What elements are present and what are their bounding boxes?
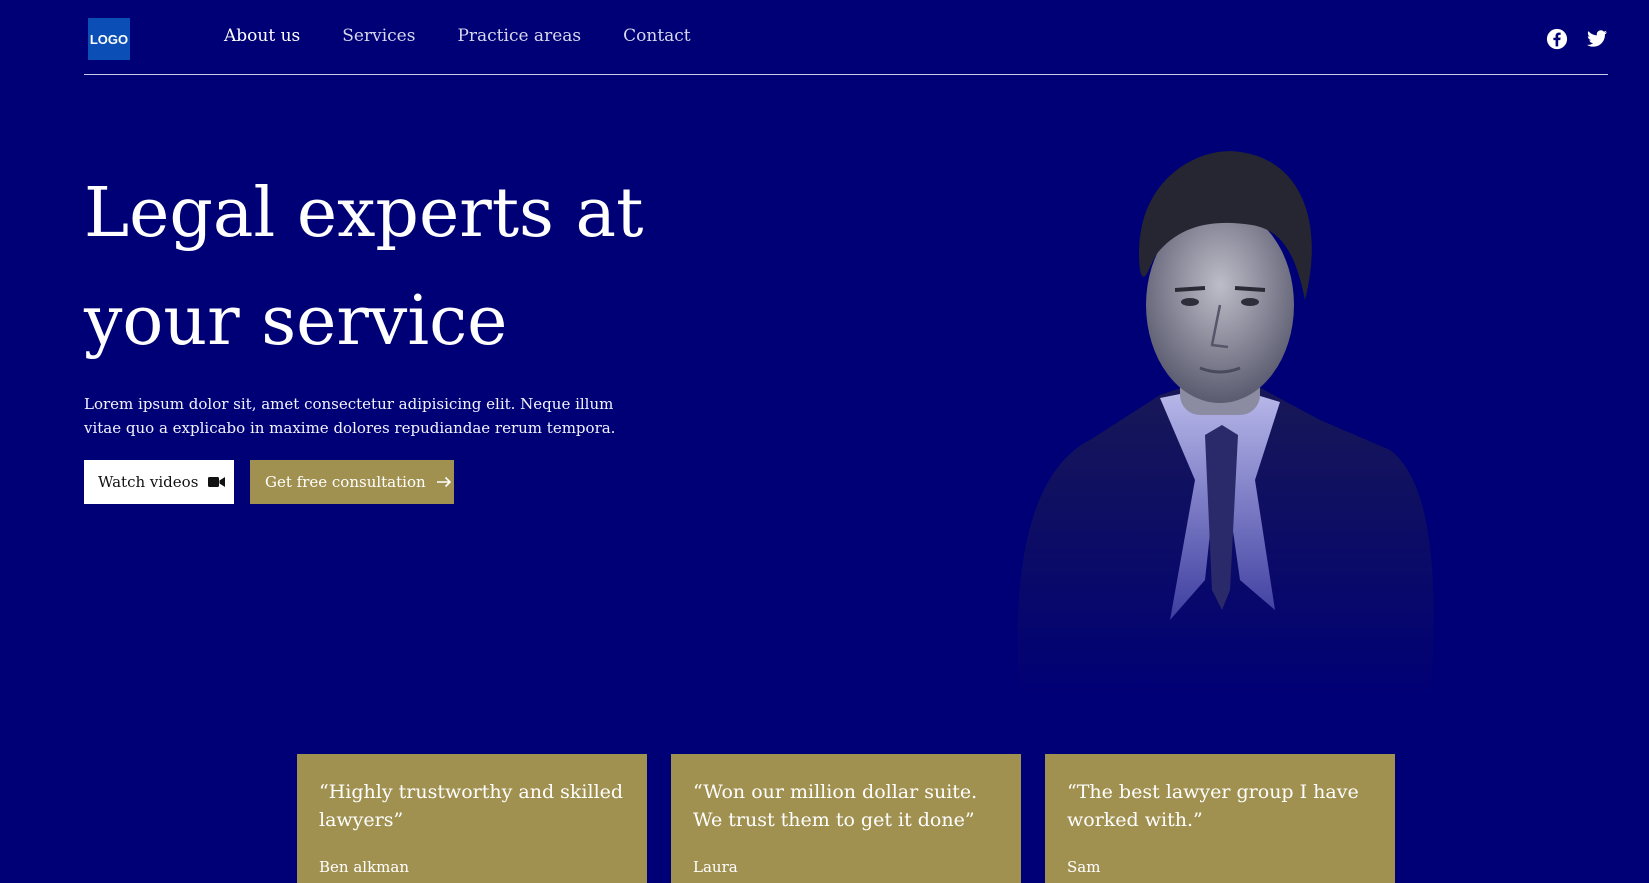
hero-title-line-1: Legal experts at	[84, 174, 644, 253]
facebook-icon[interactable]	[1546, 28, 1568, 50]
watch-videos-button[interactable]: Watch videos	[84, 460, 234, 504]
logo[interactable]: LOGO	[88, 18, 130, 60]
testimonial-author: Ben alkman	[319, 858, 409, 876]
testimonial-card: “Highly trustworthy and skilled lawyers”…	[297, 754, 647, 883]
testimonial-quote: “The best lawyer group I have worked wit…	[1067, 781, 1359, 831]
testimonial-author: Sam	[1067, 858, 1101, 876]
testimonial-quote: “Won our million dollar suite. We trust …	[693, 781, 978, 831]
nav-link-practice-areas[interactable]: Practice areas	[457, 26, 581, 46]
testimonial-card: “The best lawyer group I have worked wit…	[1045, 754, 1395, 883]
get-free-consultation-button[interactable]: Get free consultation	[250, 460, 454, 504]
consultation-label: Get free consultation	[265, 473, 426, 491]
top-navbar: LOGO About us Services Practice areas Co…	[84, 0, 1608, 75]
watch-videos-label: Watch videos	[98, 473, 199, 491]
hero-title-line-2: your service	[84, 282, 508, 361]
video-camera-icon	[208, 476, 226, 488]
nav-link-contact[interactable]: Contact	[623, 26, 691, 46]
lawyer-portrait	[990, 140, 1470, 720]
nav-link-services[interactable]: Services	[342, 26, 415, 46]
testimonial-card: “Won our million dollar suite. We trust …	[671, 754, 1021, 883]
testimonial-author: Laura	[693, 858, 738, 876]
arrow-right-icon	[436, 476, 452, 488]
nav-links: About us Services Practice areas Contact	[224, 26, 733, 46]
hero-title: Legal experts at your service	[84, 160, 704, 376]
twitter-icon[interactable]	[1586, 28, 1608, 50]
social-links	[1546, 28, 1608, 50]
hero-description: Lorem ipsum dolor sit, amet consectetur …	[84, 395, 616, 437]
testimonial-quote: “Highly trustworthy and skilled lawyers”	[319, 781, 624, 831]
nav-link-about-us[interactable]: About us	[224, 26, 300, 46]
